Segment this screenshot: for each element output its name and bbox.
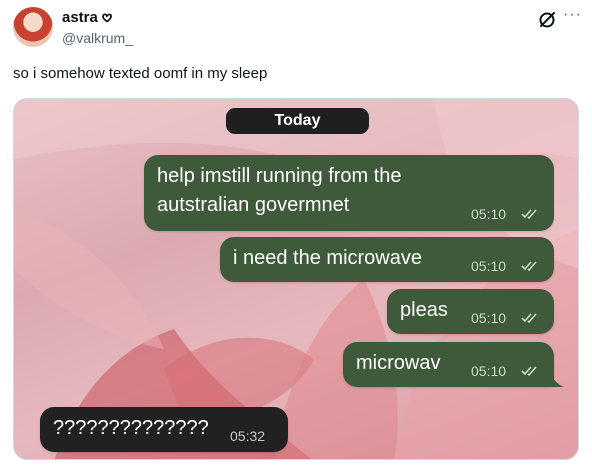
message-time: 05:10: [471, 206, 507, 222]
avatar[interactable]: [13, 7, 53, 47]
message-time: 05:10: [471, 258, 507, 274]
message-text: i need the microwave: [233, 247, 422, 269]
message-time: 05:32: [230, 428, 266, 444]
double-check-icon: [521, 209, 537, 220]
more-icon[interactable]: ···: [563, 6, 583, 24]
message-text: pleas: [400, 299, 448, 321]
double-check-icon: [521, 261, 537, 272]
tweet-image[interactable]: Today help imstill running from the auts…: [13, 98, 579, 460]
double-check-icon: [521, 366, 537, 377]
outgoing-message[interactable]: i need the microwave 05:10: [220, 237, 554, 282]
tweet-text: so i somehow texted oomf in my sleep: [13, 65, 268, 82]
bubble-tail: [550, 374, 564, 387]
handle[interactable]: @valkrum_: [62, 29, 133, 47]
message-text-line: autstralian govermnet: [157, 194, 350, 216]
message-text: microwav: [356, 352, 441, 374]
outgoing-message[interactable]: help imstill running from the autstralia…: [144, 155, 554, 231]
double-check-icon: [521, 313, 537, 324]
grok-icon[interactable]: [538, 11, 556, 29]
outgoing-message[interactable]: pleas 05:10: [387, 289, 554, 334]
message-text-line: help imstill running from the: [157, 165, 402, 187]
display-name[interactable]: astra 𖹭: [62, 9, 112, 27]
message-text: ??????????????: [53, 417, 209, 439]
outgoing-message[interactable]: microwav 05:10: [343, 342, 554, 387]
incoming-message[interactable]: ?????????????? 05:32: [40, 407, 288, 452]
message-time: 05:10: [471, 310, 507, 326]
date-separator: Today: [226, 108, 369, 134]
message-time: 05:10: [471, 363, 507, 379]
